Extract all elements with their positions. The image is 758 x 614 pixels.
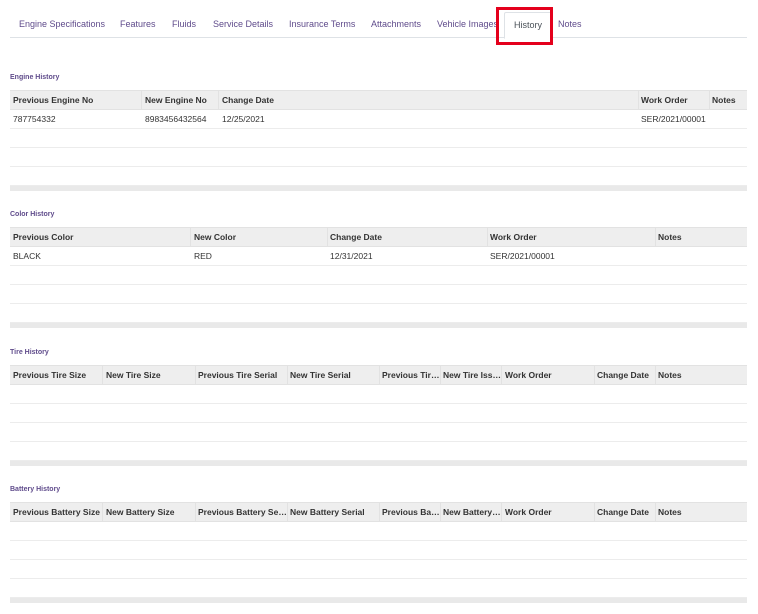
tab-fluids[interactable]: Fluids bbox=[172, 11, 196, 37]
column-header[interactable]: Work Order bbox=[638, 91, 709, 110]
column-header[interactable]: New Battery Issue bbox=[440, 503, 501, 522]
column-header[interactable]: Change Date bbox=[594, 366, 655, 385]
cell-new-engine-no: 8983456432564 bbox=[145, 114, 207, 124]
column-header[interactable]: Work Order bbox=[502, 366, 594, 385]
column-header[interactable]: Previous Color bbox=[10, 228, 190, 247]
column-header[interactable]: New Battery Size bbox=[103, 503, 195, 522]
tire-history-title: Tire History bbox=[10, 349, 49, 356]
column-header[interactable]: Previous Tire Size bbox=[10, 366, 102, 385]
cell-change-date: 12/31/2021 bbox=[330, 251, 373, 261]
column-header[interactable]: Work Order bbox=[502, 503, 594, 522]
column-header[interactable]: Previous Tire Issue bbox=[379, 366, 440, 385]
tab-engine-specifications[interactable]: Engine Specifications bbox=[19, 11, 105, 37]
column-header[interactable]: Notes bbox=[655, 228, 747, 247]
column-header[interactable]: New Tire Issue bbox=[440, 366, 501, 385]
column-header[interactable]: Previous Battery Issue bbox=[379, 503, 440, 522]
cell-notes bbox=[655, 247, 747, 265]
engine-history-title: Engine History bbox=[10, 74, 60, 81]
cell-notes bbox=[709, 110, 747, 128]
table-header: Previous Engine No New Engine No Change … bbox=[10, 90, 747, 110]
tab-insurance-terms[interactable]: Insurance Terms bbox=[289, 11, 355, 37]
table-header: Previous Color New Color Change Date Wor… bbox=[10, 227, 747, 247]
table-header: Previous Tire Size New Tire Size Previou… bbox=[10, 365, 747, 385]
notebook-tabs: Engine Specifications Features Fluids Se… bbox=[10, 11, 747, 39]
empty-row bbox=[10, 442, 747, 461]
column-header[interactable]: Change Date bbox=[327, 228, 487, 247]
column-header[interactable]: New Engine No bbox=[142, 91, 218, 110]
column-header[interactable]: Work Order bbox=[487, 228, 655, 247]
column-header[interactable]: New Tire Serial bbox=[287, 366, 379, 385]
empty-row bbox=[10, 129, 747, 148]
table-header: Previous Battery Size New Battery Size P… bbox=[10, 502, 747, 522]
cell-previous-color: BLACK bbox=[13, 251, 41, 261]
tab-history[interactable]: History bbox=[504, 12, 553, 39]
cell-work-order: SER/2021/00001 bbox=[641, 114, 706, 124]
tab-attachments[interactable]: Attachments bbox=[371, 11, 421, 37]
tab-vehicle-images[interactable]: Vehicle Images bbox=[437, 11, 498, 37]
empty-row bbox=[10, 579, 747, 598]
empty-row bbox=[10, 266, 747, 285]
tab-notes[interactable]: Notes bbox=[558, 11, 582, 37]
battery-history-table: Previous Battery Size New Battery Size P… bbox=[10, 502, 747, 603]
column-header[interactable]: Change Date bbox=[219, 91, 638, 110]
empty-row bbox=[10, 304, 747, 323]
empty-row bbox=[10, 541, 747, 560]
empty-row bbox=[10, 385, 747, 404]
empty-row bbox=[10, 148, 747, 167]
column-header[interactable]: Previous Battery Serial bbox=[195, 503, 287, 522]
color-history-title: Color History bbox=[10, 211, 55, 218]
empty-row bbox=[10, 404, 747, 423]
table-row[interactable]: 787754332 8983456432564 12/25/2021 SER/2… bbox=[10, 110, 747, 129]
tire-history-table: Previous Tire Size New Tire Size Previou… bbox=[10, 365, 747, 466]
column-header[interactable]: Previous Engine No bbox=[10, 91, 141, 110]
column-header[interactable]: Change Date bbox=[594, 503, 655, 522]
column-header[interactable]: Previous Tire Serial bbox=[195, 366, 287, 385]
cell-previous-engine-no: 787754332 bbox=[13, 114, 56, 124]
column-header[interactable]: Notes bbox=[709, 91, 747, 110]
empty-row bbox=[10, 522, 747, 541]
cell-new-color: RED bbox=[194, 251, 212, 261]
empty-row bbox=[10, 560, 747, 579]
tab-features[interactable]: Features bbox=[120, 11, 156, 37]
column-header[interactable]: Previous Battery Size bbox=[10, 503, 102, 522]
tab-service-details[interactable]: Service Details bbox=[213, 11, 273, 37]
cell-change-date: 12/25/2021 bbox=[222, 114, 265, 124]
engine-history-table: Previous Engine No New Engine No Change … bbox=[10, 90, 747, 191]
column-header[interactable]: New Battery Serial bbox=[287, 503, 379, 522]
empty-row bbox=[10, 167, 747, 186]
column-header[interactable]: New Tire Size bbox=[103, 366, 195, 385]
column-header[interactable]: New Color bbox=[191, 228, 327, 247]
empty-row bbox=[10, 423, 747, 442]
table-row[interactable]: BLACK RED 12/31/2021 SER/2021/00001 bbox=[10, 247, 747, 266]
column-header[interactable]: Notes bbox=[655, 503, 747, 522]
battery-history-title: Battery History bbox=[10, 486, 61, 493]
empty-row bbox=[10, 285, 747, 304]
color-history-table: Previous Color New Color Change Date Wor… bbox=[10, 227, 747, 328]
cell-work-order: SER/2021/00001 bbox=[490, 251, 555, 261]
column-header[interactable]: Notes bbox=[655, 366, 747, 385]
